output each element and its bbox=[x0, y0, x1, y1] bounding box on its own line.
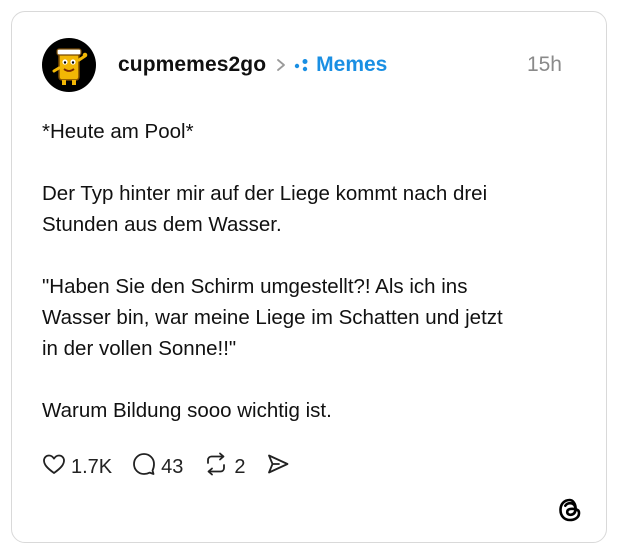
reply-count: 43 bbox=[161, 455, 184, 478]
like-count: 1.7K bbox=[71, 455, 113, 478]
post-paragraph: "Haben Sie den Schirm umgestellt?! Als i… bbox=[42, 275, 503, 360]
post-timestamp: 15h bbox=[526, 53, 562, 76]
chevron-right-icon bbox=[276, 58, 286, 72]
repost-icon bbox=[203, 452, 229, 482]
share-icon bbox=[266, 453, 290, 481]
repost-count: 2 bbox=[234, 455, 246, 478]
like-button[interactable]: 1.7K bbox=[42, 453, 112, 481]
community-dots-icon bbox=[294, 58, 310, 72]
community-name: Memes bbox=[316, 53, 388, 76]
comment-icon bbox=[132, 452, 156, 482]
community-link[interactable]: Memes bbox=[294, 53, 387, 77]
post-paragraph: Warum Bildung sooo wichtig ist. bbox=[42, 399, 332, 422]
username[interactable]: cupmemes2go bbox=[118, 53, 266, 77]
reply-button[interactable]: 43 bbox=[132, 452, 183, 482]
post-paragraph: Der Typ hinter mir auf der Liege kommt n… bbox=[42, 182, 488, 236]
post-body: *Heute am Pool* Der Typ hinter mir auf d… bbox=[42, 116, 582, 426]
post-actions: 1.7K 43 2 bbox=[42, 452, 310, 482]
post-paragraph: *Heute am Pool* bbox=[42, 120, 194, 143]
share-button[interactable] bbox=[266, 453, 290, 481]
threads-logo-icon bbox=[556, 496, 584, 524]
post-header: cupmemes2go Memes 15h bbox=[42, 38, 562, 92]
avatar[interactable] bbox=[42, 38, 96, 92]
repost-button[interactable]: 2 bbox=[203, 452, 246, 482]
post-card[interactable]: cupmemes2go Memes 15h *Heute am Pool* De… bbox=[11, 11, 607, 543]
heart-icon bbox=[42, 453, 66, 481]
